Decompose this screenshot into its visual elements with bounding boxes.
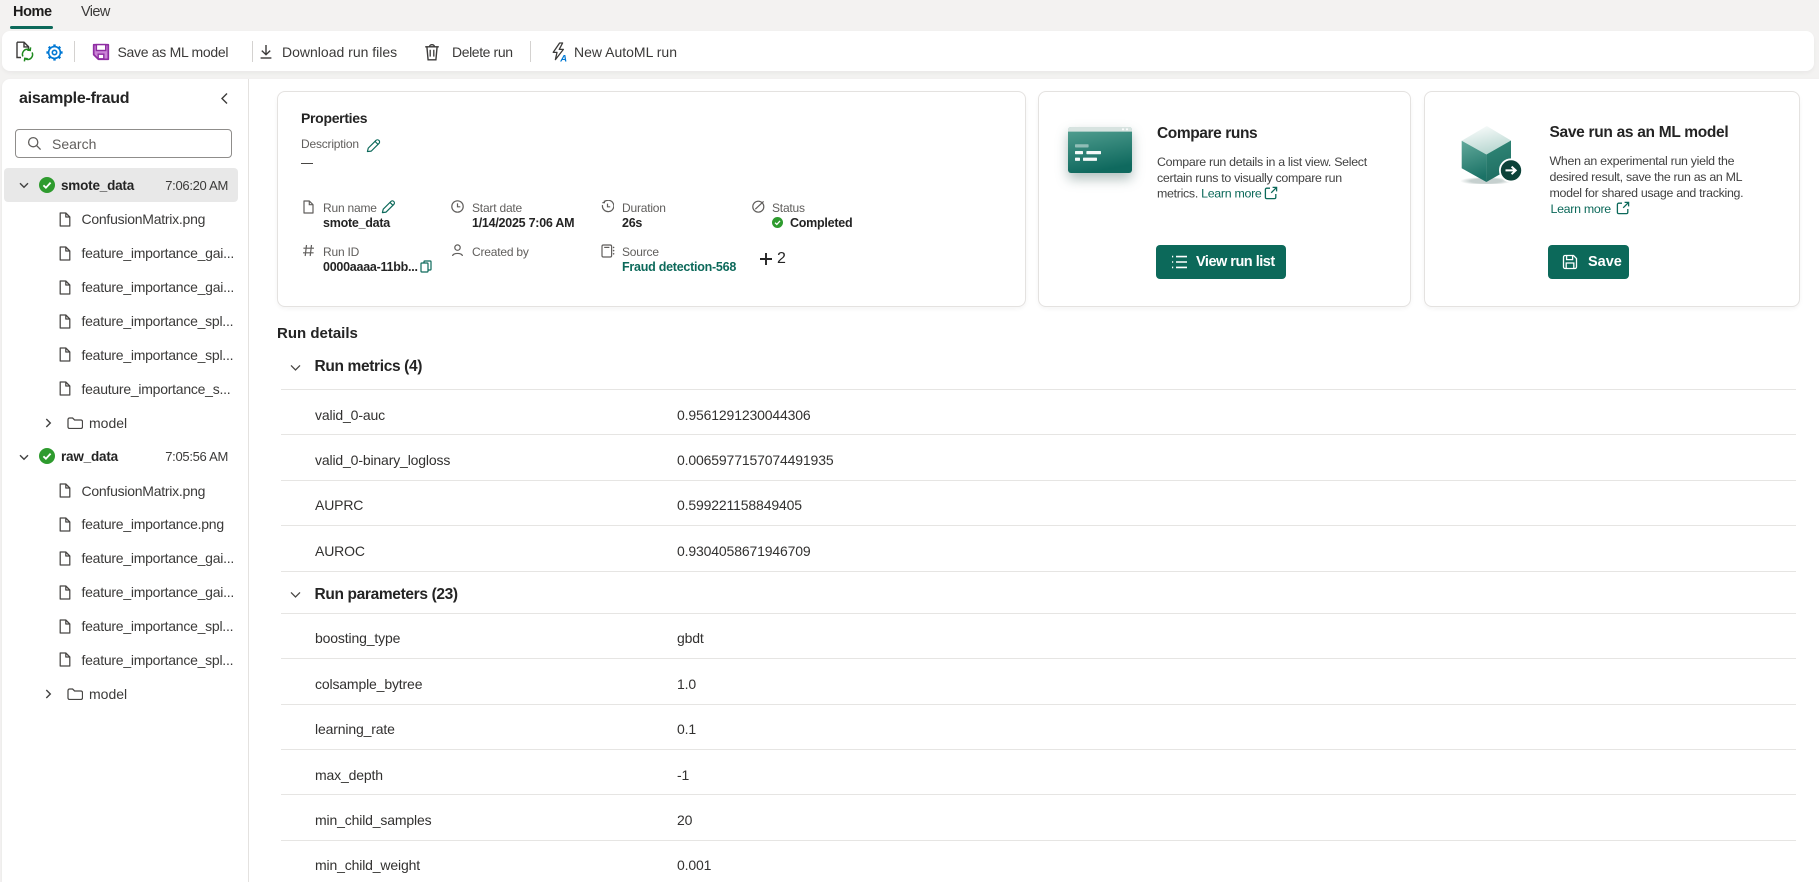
svg-text:A: A [559, 53, 567, 62]
